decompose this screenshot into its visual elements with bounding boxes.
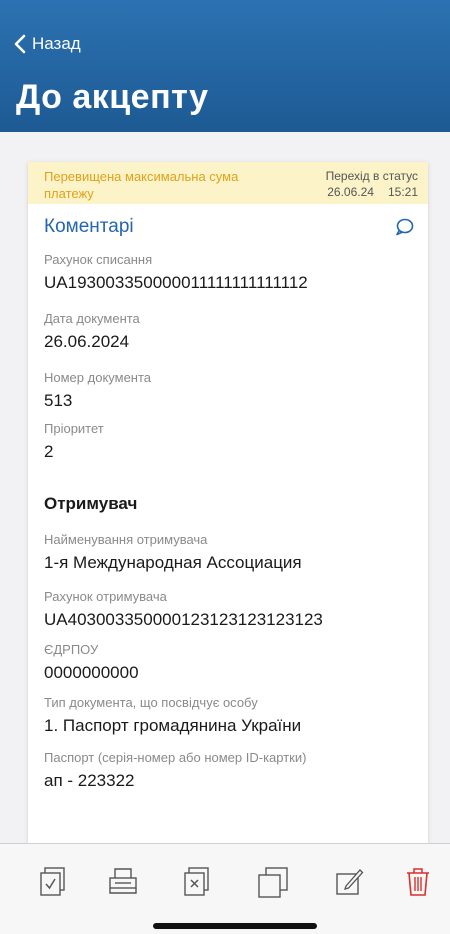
field-value: 26.06.2024 [44,332,130,351]
status-transition: Перехід в статус 26.06.24 15:21 [326,168,418,200]
field-label: Номер документа [44,370,152,385]
bottom-toolbar [0,843,450,934]
field-label: Тип документа, що посвідчує особу [44,695,258,710]
field-value: 1. Паспорт громадянина України [44,716,302,735]
recipient-name-field: Найменування отримувача 1-я Международна… [28,532,428,573]
home-indicator[interactable] [153,923,317,929]
passport-field: Паспорт (серія-номер або номер ID-картки… [28,750,428,791]
status-banner: Перевищена максимальна сума платежу Пере… [28,162,428,204]
field-label: Дата документа [44,311,140,326]
field-label: Рахунок списання [44,252,153,267]
id-document-type-field: Тип документа, що посвідчує особу 1. Пас… [28,695,428,736]
reject-icon[interactable] [182,866,212,898]
recipient-account-field: Рахунок отримувача UA4030033500001231231… [28,589,428,630]
field-label: Найменування отримувача [44,532,208,547]
edrpou-field: ЄДРПОУ 0000000000 [28,642,428,683]
field-value: 0000000000 [44,663,139,682]
status-time: 15:21 [387,185,418,199]
field-label: Рахунок отримувача [44,589,167,604]
comments-row[interactable]: Коментарі [28,204,428,246]
priority-field: Пріоритет 2 [28,421,428,462]
status-date: 26.06.24 [327,185,374,199]
status-transition-label: Перехід в статус [325,169,418,183]
delete-icon[interactable] [405,866,431,898]
header: Назад До акцепту [0,0,450,132]
field-value: ап - 223322 [44,771,135,790]
field-value: 513 [44,391,73,410]
back-label: Назад [32,34,81,53]
debit-account-field: Рахунок списання UA193003350000011111111… [28,252,428,293]
field-label: ЄДРПОУ [44,642,99,657]
copy-icon[interactable] [256,866,290,900]
document-card: Перевищена максимальна сума платежу Пере… [28,162,428,852]
field-label: Пріоритет [44,421,104,436]
field-label: Паспорт (серія-номер або номер ID-картки… [44,750,307,765]
back-button[interactable]: Назад [14,34,81,54]
field-value: 1-я Международная Ассоциация [44,553,302,572]
document-date-field: Дата документа 26.06.2024 [28,311,428,352]
sign-icon[interactable] [38,866,68,898]
edit-icon[interactable] [334,866,366,898]
comments-title[interactable]: Коментарі [44,216,134,238]
status-message: Перевищена максимальна сума платежу [44,169,239,201]
recipient-section-title: Отримувач [44,494,138,513]
document-number-field: Номер документа 513 [28,370,428,411]
print-icon[interactable] [107,866,139,896]
chevron-left-icon [14,34,26,54]
comment-icon[interactable] [394,218,414,236]
field-value: 2 [44,442,54,461]
page-title: До акцепту [16,78,209,116]
field-value: UA403003350000123123123123123 [44,610,323,629]
field-value: UA193003350000011111111111112 [44,273,308,292]
